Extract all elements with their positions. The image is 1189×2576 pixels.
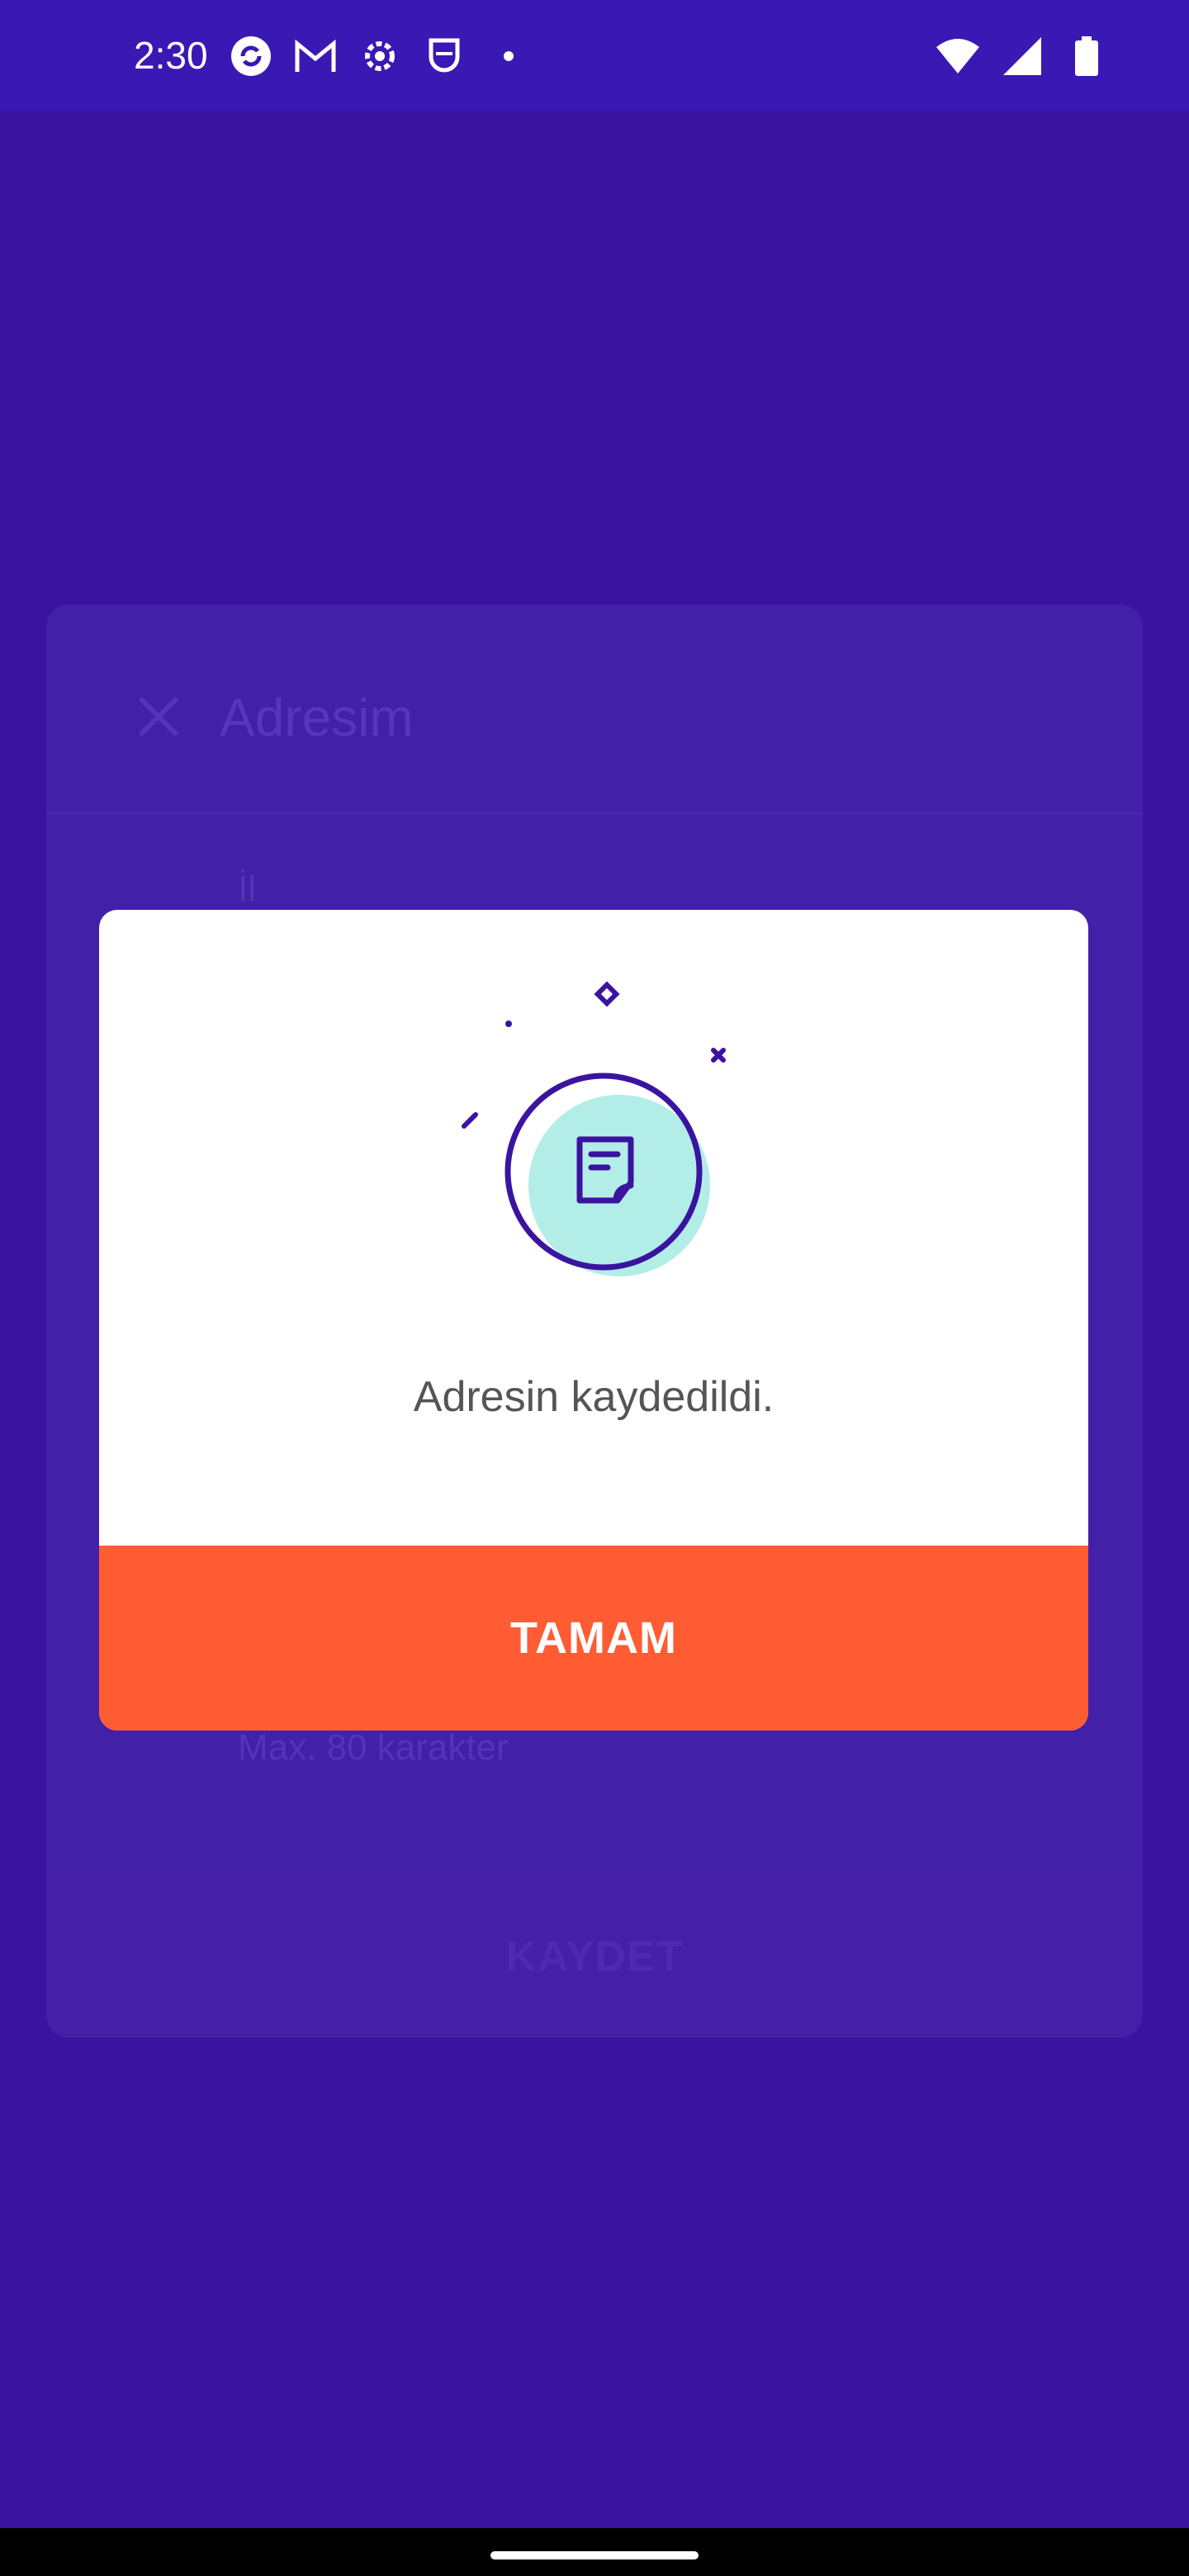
home-indicator[interactable] — [490, 2551, 699, 2559]
province-field-label: İl — [238, 869, 256, 909]
dash-sparkle-icon — [462, 1112, 478, 1129]
sync-icon — [228, 33, 274, 79]
ok-button[interactable]: TAMAM — [99, 1546, 1088, 1731]
sheet-header: Adresim — [46, 604, 1143, 814]
cross-sparkle-icon — [711, 1048, 726, 1063]
wifi-icon — [935, 33, 981, 79]
status-bar: 2:30 — [0, 0, 1189, 111]
shield-icon — [421, 33, 467, 79]
settings-icon — [357, 33, 403, 79]
dot-icon — [486, 33, 532, 79]
battery-icon — [1063, 33, 1110, 79]
save-button[interactable]: KAYDET — [46, 1876, 1143, 2038]
diamond-sparkle-icon — [594, 981, 620, 1007]
sheet-title: Adresim — [220, 688, 414, 747]
status-time: 2:30 — [134, 34, 208, 77]
helper-text: Max. 80 karakter — [238, 1727, 509, 1768]
dot-sparkle-icon — [505, 1020, 512, 1027]
success-illustration — [99, 910, 1088, 1306]
signal-icon — [999, 33, 1045, 79]
gmail-icon — [292, 33, 339, 79]
system-icons — [935, 33, 1110, 79]
notification-icons — [228, 33, 532, 79]
dialog-message: Adresin kaydedildi. — [413, 1373, 775, 1421]
success-dialog: Adresin kaydedildi. TAMAM — [99, 910, 1088, 1731]
close-icon[interactable] — [132, 690, 185, 743]
